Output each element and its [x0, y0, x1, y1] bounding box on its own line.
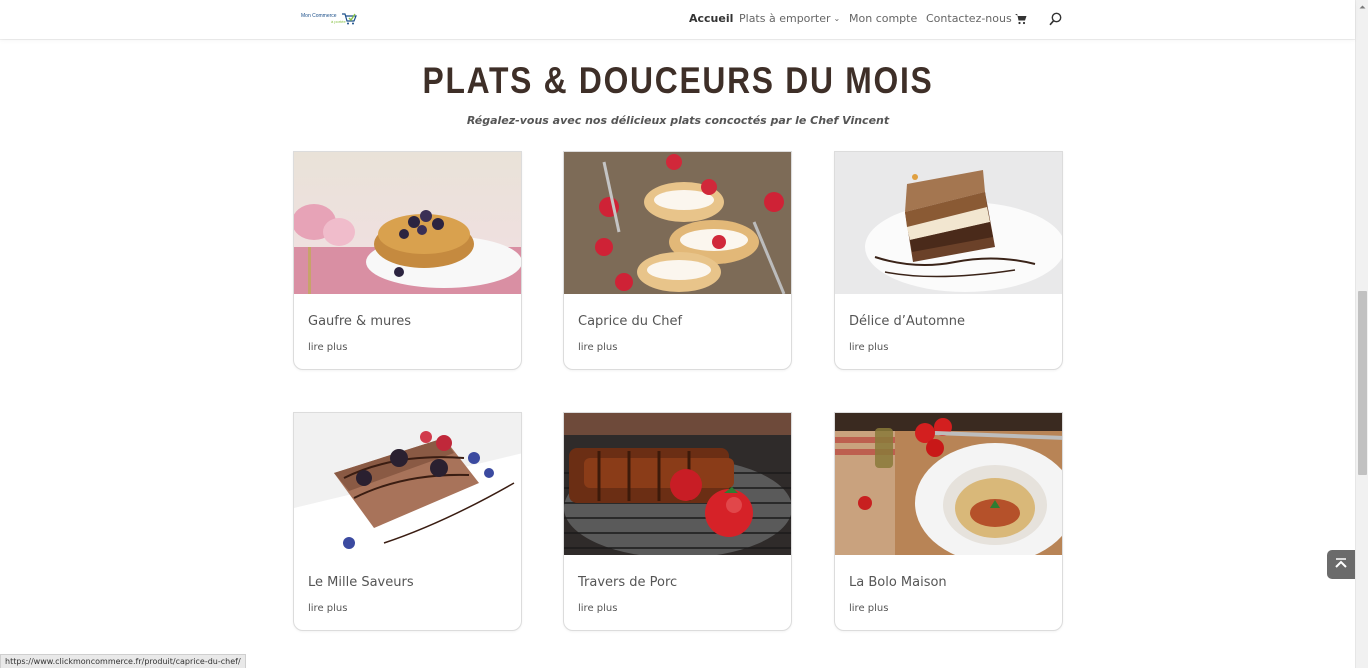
- product-name[interactable]: Caprice du Chef: [578, 314, 682, 329]
- status-bar-url: https://www.clickmoncommerce.fr/produit/…: [0, 654, 246, 668]
- product-card-mille-saveurs[interactable]: Le Mille Saveurs lire plus: [293, 412, 522, 631]
- nav-item-mon-compte[interactable]: Mon compte: [849, 12, 917, 25]
- scroll-up-arrow-icon[interactable]: [1356, 0, 1368, 14]
- product-name[interactable]: Gaufre & mures: [308, 314, 411, 329]
- vertical-scrollbar[interactable]: [1355, 0, 1368, 668]
- product-image-delice[interactable]: [835, 152, 1062, 294]
- search-icon[interactable]: [1049, 12, 1062, 26]
- chevron-down-icon: ⌄: [833, 14, 841, 23]
- read-more-link[interactable]: lire plus: [849, 342, 888, 353]
- read-more-link[interactable]: lire plus: [308, 342, 347, 353]
- product-name[interactable]: Le Mille Saveurs: [308, 575, 414, 590]
- logo-cart-icon: [342, 13, 357, 25]
- chevron-up-icon: [1335, 558, 1347, 568]
- product-image-travers[interactable]: [564, 413, 791, 555]
- nav-item-contactez-nous[interactable]: Contactez-nous: [926, 12, 1012, 25]
- read-more-link[interactable]: lire plus: [578, 603, 617, 614]
- product-card-delice-automne[interactable]: Délice d’Automne lire plus: [834, 151, 1063, 370]
- page-title: PLATS & DOUCEURS DU MOIS: [422, 60, 934, 101]
- nav-item-plats-a-emporter[interactable]: Plats à emporter ⌄: [739, 12, 840, 25]
- product-name[interactable]: Travers de Porc: [578, 575, 677, 590]
- product-image-bolo[interactable]: [835, 413, 1062, 555]
- back-to-top-button[interactable]: [1327, 550, 1355, 579]
- site-header: Mon Commerce à portée Accueil Plats à em…: [0, 0, 1355, 39]
- product-name[interactable]: Délice d’Automne: [849, 314, 965, 329]
- product-card-caprice-du-chef[interactable]: Caprice du Chef lire plus: [563, 151, 792, 370]
- product-card-gaufre-mures[interactable]: Gaufre & mures lire plus: [293, 151, 522, 370]
- read-more-link[interactable]: lire plus: [308, 603, 347, 614]
- read-more-link[interactable]: lire plus: [578, 342, 617, 353]
- product-card-travers-de-porc[interactable]: Travers de Porc lire plus: [563, 412, 792, 631]
- cart-icon[interactable]: [1015, 13, 1027, 25]
- product-image-mille-saveurs[interactable]: [294, 413, 521, 555]
- product-card-la-bolo-maison[interactable]: La Bolo Maison lire plus: [834, 412, 1063, 631]
- page-subtitle: Régalez-vous avec nos délicieux plats co…: [466, 114, 890, 127]
- product-image-gaufre[interactable]: [294, 152, 521, 294]
- scrollbar-thumb[interactable]: [1358, 291, 1367, 475]
- product-name[interactable]: La Bolo Maison: [849, 575, 947, 590]
- nav-item-accueil[interactable]: Accueil: [689, 12, 733, 25]
- nav-item-plats-label: Plats à emporter: [739, 12, 831, 25]
- product-image-caprice[interactable]: [564, 152, 791, 294]
- site-logo[interactable]: Mon Commerce à portée: [301, 12, 357, 26]
- read-more-link[interactable]: lire plus: [849, 603, 888, 614]
